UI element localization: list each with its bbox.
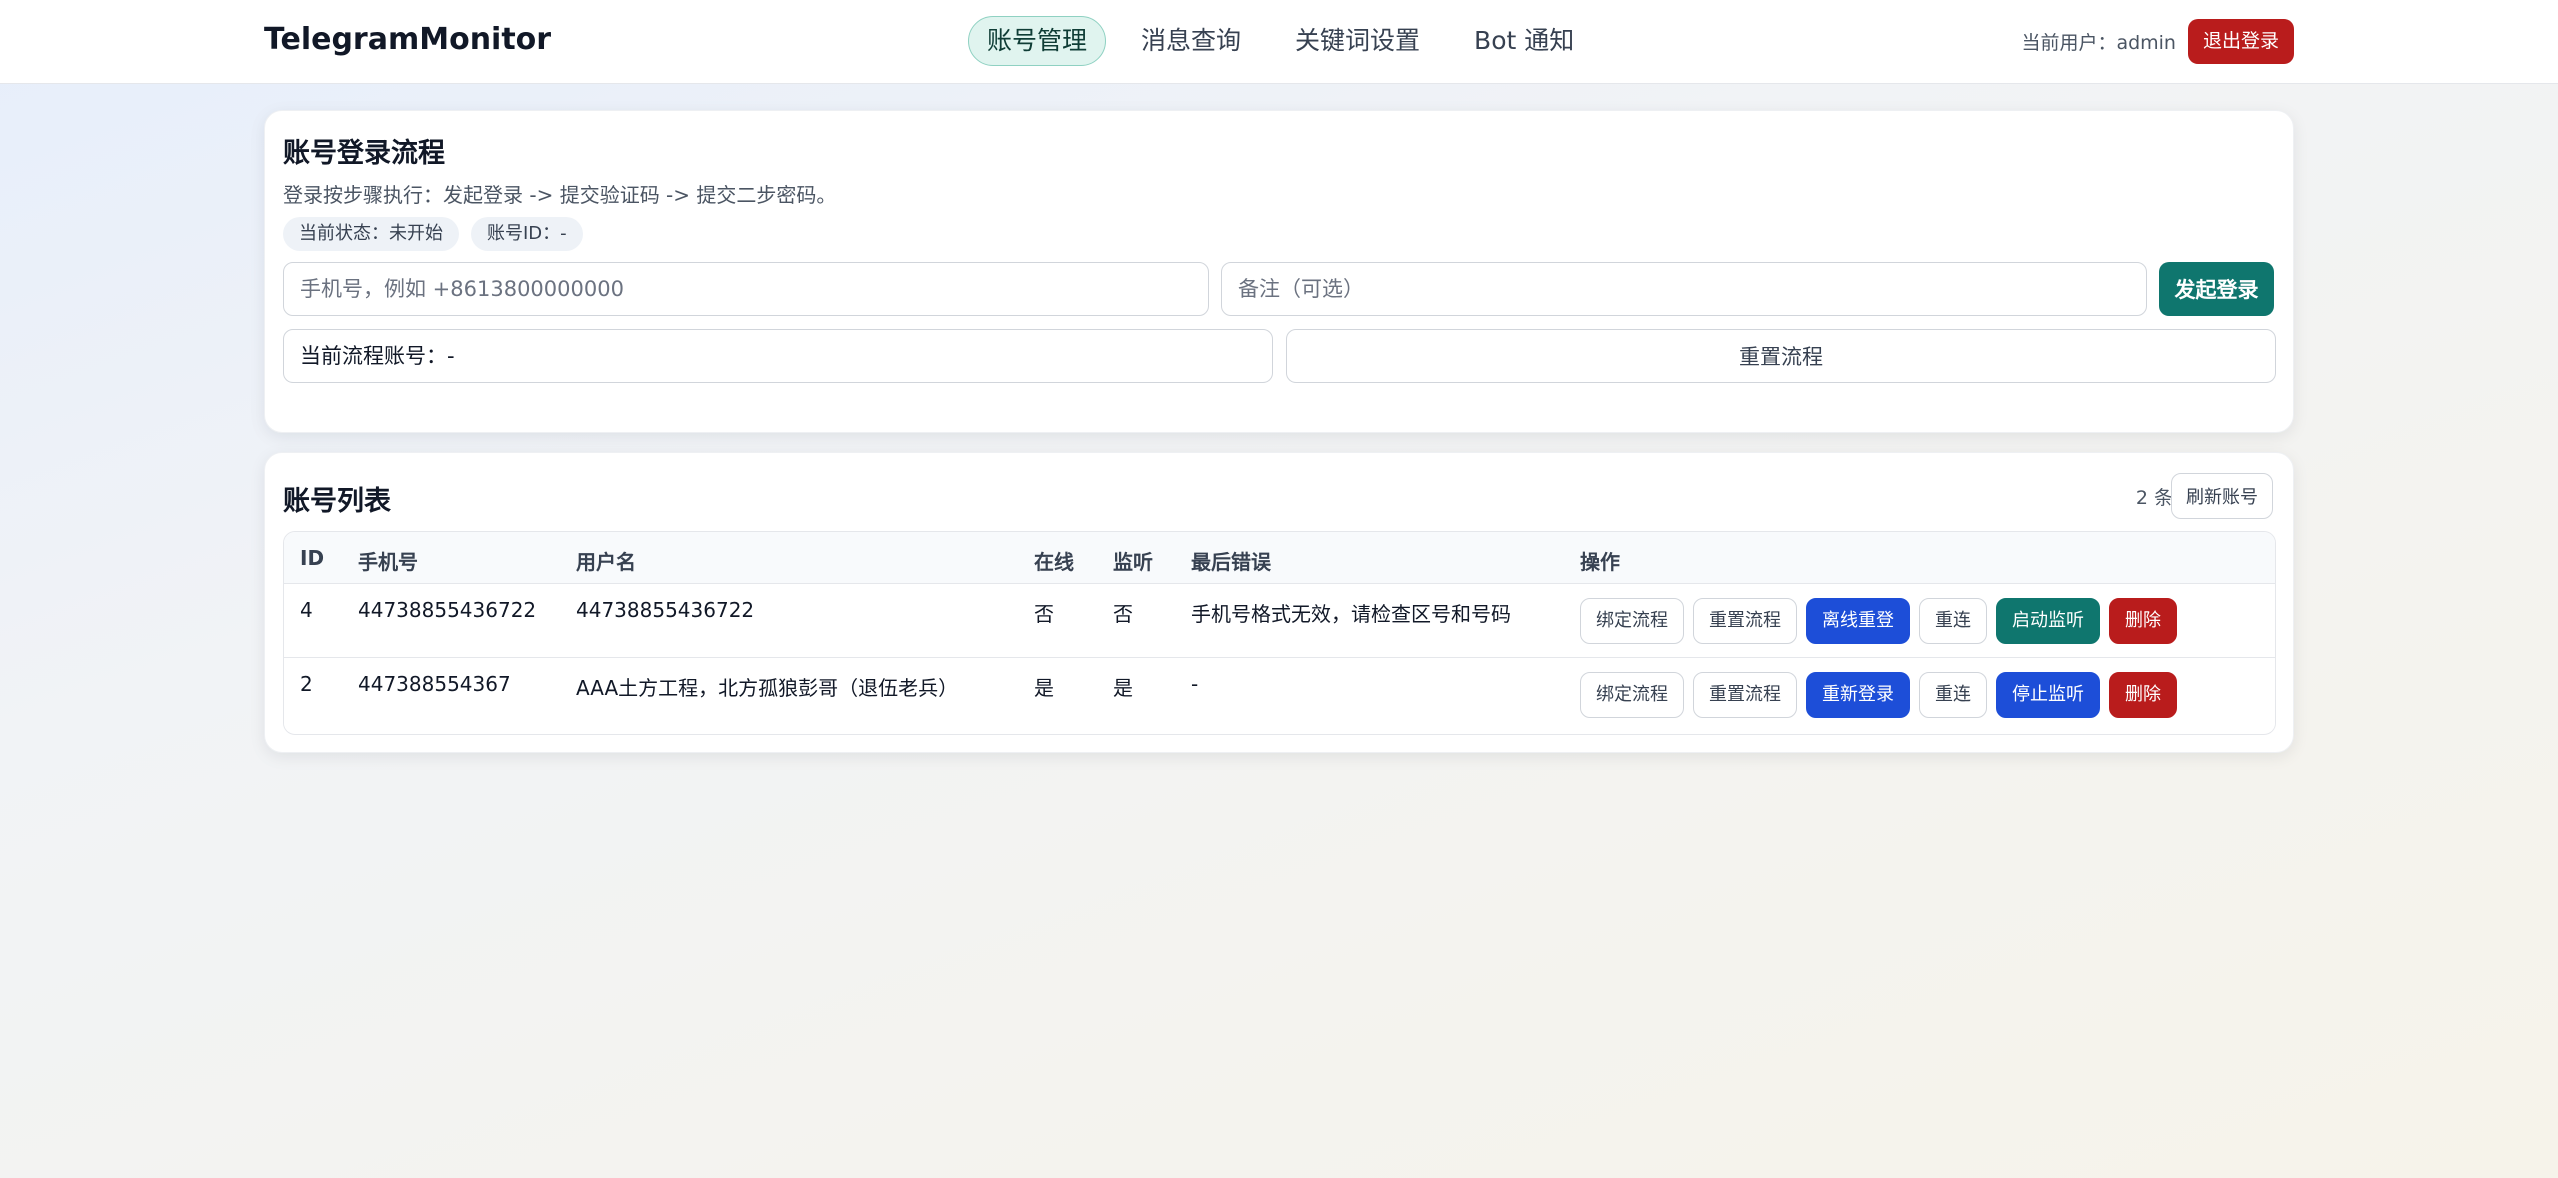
column-header-listening: 监听 <box>1113 550 1153 574</box>
current-user-label: 当前用户：admin <box>2021 32 2176 54</box>
cell-last-error: 手机号格式无效，请检查区号和号码 <box>1191 602 1511 626</box>
main-nav: 账号管理 消息查询 关键词设置 Bot 通知 <box>968 16 1609 66</box>
refresh-accounts-button[interactable]: 刷新账号 <box>2171 473 2273 519</box>
top-navbar: TelegramMonitor 账号管理 消息查询 关键词设置 Bot 通知 当… <box>0 0 2558 84</box>
column-header-actions: 操作 <box>1580 550 1620 574</box>
cell-online: 否 <box>1034 602 1054 626</box>
account-list-title: 账号列表 <box>283 486 391 517</box>
note-input[interactable] <box>1221 262 2147 316</box>
table-row: 2 447388554367 AAA土方工程，北方孤狼彭哥（退伍老兵） 是 是 … <box>284 658 2275 732</box>
column-header-online: 在线 <box>1034 550 1074 574</box>
table-header: ID 手机号 用户名 在线 监听 最后错误 操作 <box>284 532 2275 584</box>
delete-button[interactable]: 删除 <box>2109 598 2177 644</box>
login-flow-card: 账号登录流程 登录按步骤执行：发起登录 -> 提交验证码 -> 提交二步密码。 … <box>264 110 2294 433</box>
start-login-button[interactable]: 发起登录 <box>2159 262 2274 316</box>
phone-input[interactable] <box>283 262 1209 316</box>
cell-username: AAA土方工程，北方孤狼彭哥（退伍老兵） <box>576 676 959 700</box>
cell-id: 2 <box>300 672 313 696</box>
brand-logo-text: TelegramMonitor <box>264 22 552 57</box>
nav-tab-keyword-settings[interactable]: 关键词设置 <box>1276 16 1439 66</box>
reset-flow-row-button[interactable]: 重置流程 <box>1693 672 1797 718</box>
start-listening-button[interactable]: 启动监听 <box>1996 598 2100 644</box>
logout-button[interactable]: 退出登录 <box>2187 19 2294 64</box>
status-pills: 当前状态：未开始 账号ID：- <box>283 217 583 251</box>
column-header-id: ID <box>300 546 325 570</box>
user-box: 当前用户：admin 退出登录 <box>2021 19 2294 64</box>
column-header-phone: 手机号 <box>358 550 418 574</box>
column-header-username: 用户名 <box>576 550 636 574</box>
accounts-table: ID 手机号 用户名 在线 监听 最后错误 操作 4 4473885543672… <box>283 531 2276 735</box>
current-flow-account: 当前流程账号：- <box>283 329 1273 383</box>
account-count: 2 条 <box>2135 487 2173 509</box>
bind-flow-button[interactable]: 绑定流程 <box>1580 672 1684 718</box>
stop-listening-button[interactable]: 停止监听 <box>1996 672 2100 718</box>
cell-last-error: - <box>1191 672 1199 696</box>
cell-listening: 否 <box>1113 602 1133 626</box>
login-flow-description: 登录按步骤执行：发起登录 -> 提交验证码 -> 提交二步密码。 <box>283 183 837 207</box>
relogin-button[interactable]: 重新登录 <box>1806 672 1910 718</box>
delete-button[interactable]: 删除 <box>2109 672 2177 718</box>
cell-username: 44738855436722 <box>576 598 755 622</box>
reconnect-button[interactable]: 重连 <box>1919 598 1987 644</box>
account-list-card: 账号列表 2 条 刷新账号 ID 手机号 用户名 在线 监听 最后错误 操作 4… <box>264 452 2294 753</box>
reset-flow-button[interactable]: 重置流程 <box>1286 329 2276 383</box>
cell-online: 是 <box>1034 676 1054 700</box>
table-row: 4 44738855436722 44738855436722 否 否 手机号格… <box>284 584 2275 658</box>
reset-flow-row-button[interactable]: 重置流程 <box>1693 598 1797 644</box>
nav-tab-message-query[interactable]: 消息查询 <box>1122 16 1260 66</box>
column-header-last-error: 最后错误 <box>1191 550 1271 574</box>
account-id-badge: 账号ID：- <box>471 217 583 251</box>
cell-listening: 是 <box>1113 676 1133 700</box>
offline-relogin-button[interactable]: 离线重登 <box>1806 598 1910 644</box>
nav-tab-bot-notify[interactable]: Bot 通知 <box>1455 16 1593 66</box>
bind-flow-button[interactable]: 绑定流程 <box>1580 598 1684 644</box>
cell-id: 4 <box>300 598 313 622</box>
cell-phone: 44738855436722 <box>358 598 537 622</box>
cell-phone: 447388554367 <box>358 672 511 696</box>
nav-tab-account-management[interactable]: 账号管理 <box>968 16 1107 66</box>
row-actions: 绑定流程 重置流程 离线重登 重连 启动监听 删除 <box>1580 598 2177 644</box>
login-flow-title: 账号登录流程 <box>283 138 445 169</box>
status-badge: 当前状态：未开始 <box>283 217 459 251</box>
reconnect-button[interactable]: 重连 <box>1919 672 1987 718</box>
row-actions: 绑定流程 重置流程 重新登录 重连 停止监听 删除 <box>1580 672 2177 718</box>
